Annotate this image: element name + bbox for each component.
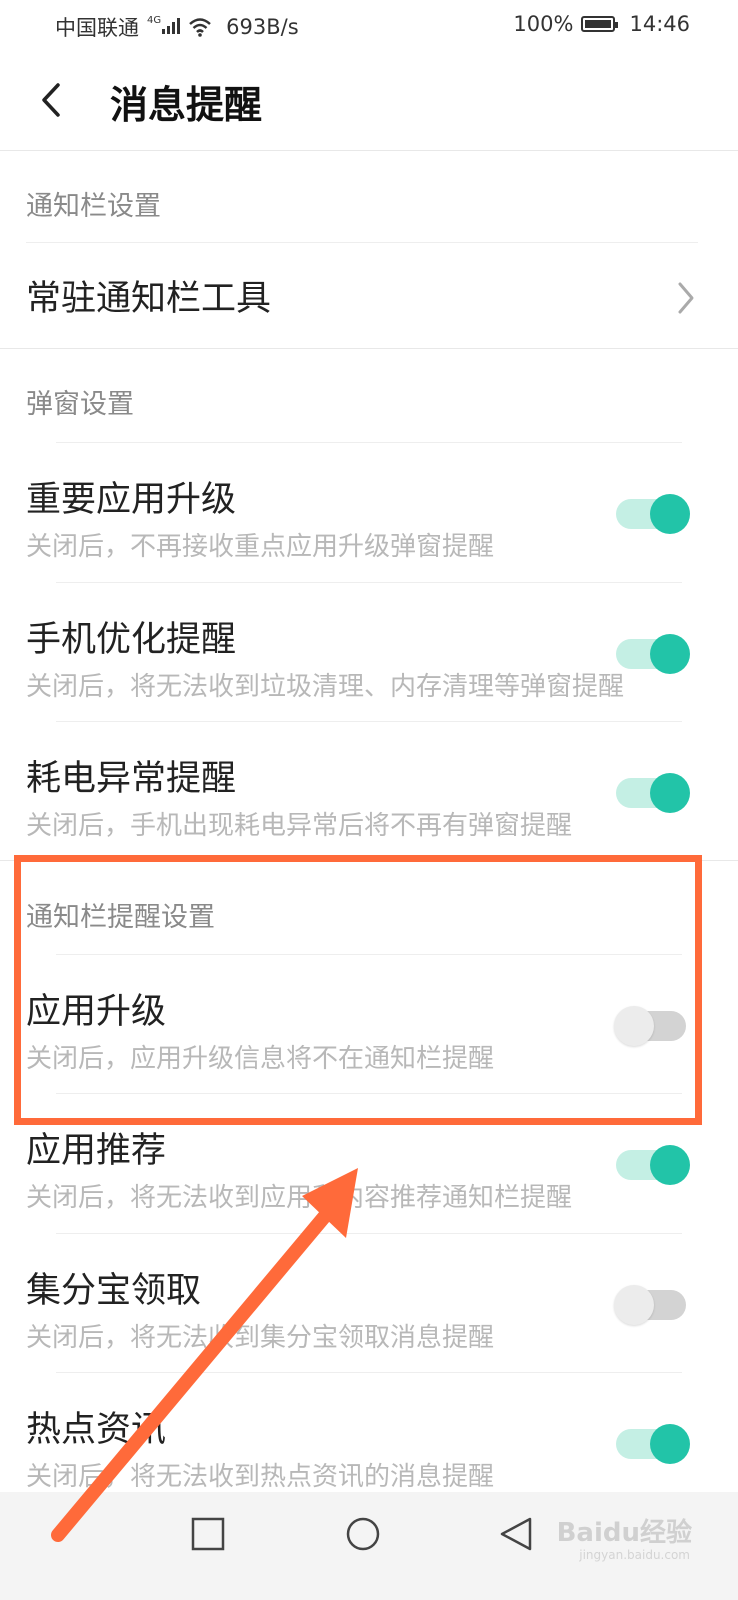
annotation-arrow-icon [51, 1168, 358, 1542]
